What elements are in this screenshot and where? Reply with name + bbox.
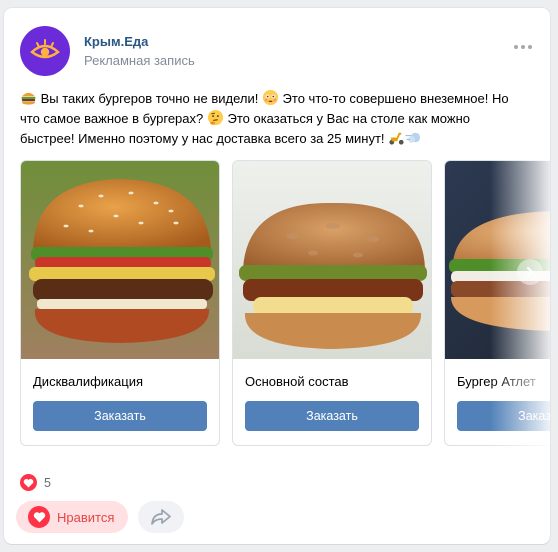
like-label: Нравится (57, 509, 115, 525)
likes-count: 5 (44, 475, 51, 490)
carousel-card[interactable]: Основной состав Заказать (232, 160, 432, 446)
heart-icon (28, 506, 50, 528)
burger-emoji (21, 92, 36, 105)
ad-post: Крым.Еда Рекламная запись Вы таких бурге… (4, 8, 550, 544)
carousel-card[interactable]: Бургер Атлет Заказать (444, 160, 550, 446)
chevron-right-icon[interactable] (517, 259, 543, 285)
card-title: Бургер Атлет (457, 374, 536, 389)
thinking-face-emoji (207, 109, 223, 126)
group-avatar[interactable] (20, 26, 70, 76)
flushed-face-emoji (262, 89, 278, 106)
card-title: Основной состав (245, 374, 349, 389)
card-title: Дисквалификация (33, 374, 143, 389)
order-button[interactable]: Заказать (33, 401, 207, 431)
dash-emoji (405, 132, 421, 143)
group-name-link[interactable]: Крым.Еда (84, 34, 148, 49)
post-text-part1: Вы таких бургеров точно не видели! (37, 91, 262, 106)
product-carousel[interactable]: Дисквалификация Заказать Основной состав… (20, 160, 550, 446)
share-button[interactable] (138, 501, 184, 533)
order-button[interactable]: Заказать (245, 401, 419, 431)
more-dots-icon[interactable] (512, 42, 534, 52)
ad-label: Рекламная запись (84, 53, 195, 68)
order-button[interactable]: Заказать (457, 401, 550, 431)
likes-summary[interactable]: 5 (20, 474, 51, 491)
scooter-emoji (389, 132, 404, 145)
like-button[interactable]: Нравится (16, 501, 129, 533)
carousel-card[interactable]: Дисквалификация Заказать (20, 160, 220, 446)
post-text: Вы таких бургеров точно не видели! Это ч… (20, 89, 520, 149)
heart-icon (20, 474, 37, 491)
burger-photo-2 (233, 161, 431, 359)
eye-logo-icon (30, 39, 60, 59)
share-arrow-icon (151, 509, 171, 525)
burger-photo-1 (21, 161, 219, 359)
